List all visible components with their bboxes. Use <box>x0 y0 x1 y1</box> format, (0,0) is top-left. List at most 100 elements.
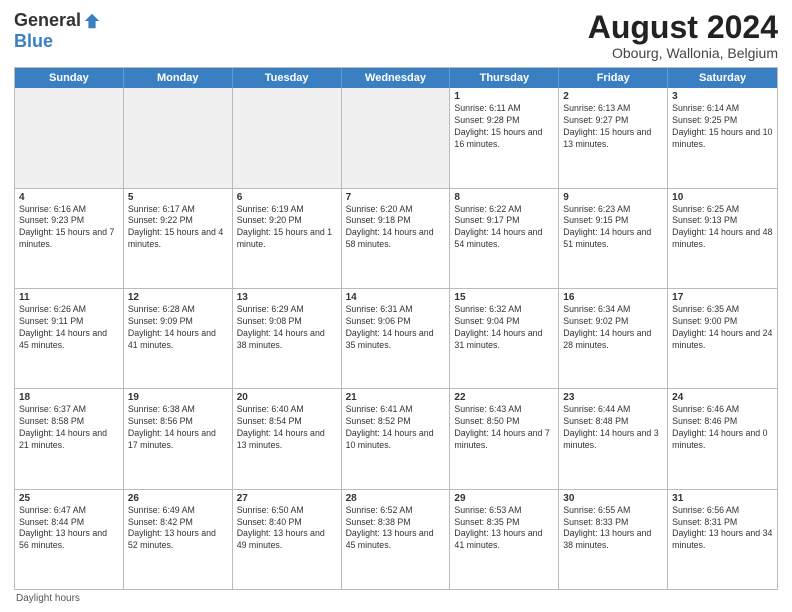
calendar-cell: 3Sunrise: 6:14 AM Sunset: 9:25 PM Daylig… <box>668 88 777 187</box>
day-number: 1 <box>454 91 554 102</box>
day-info: Sunrise: 6:19 AM Sunset: 9:20 PM Dayligh… <box>237 204 337 252</box>
day-number: 27 <box>237 493 337 504</box>
day-number: 30 <box>563 493 663 504</box>
day-number: 28 <box>346 493 446 504</box>
day-info: Sunrise: 6:55 AM Sunset: 8:33 PM Dayligh… <box>563 505 663 553</box>
calendar-header-cell: Tuesday <box>233 68 342 88</box>
day-number: 29 <box>454 493 554 504</box>
day-info: Sunrise: 6:46 AM Sunset: 8:46 PM Dayligh… <box>672 404 773 452</box>
day-info: Sunrise: 6:50 AM Sunset: 8:40 PM Dayligh… <box>237 505 337 553</box>
calendar-cell: 15Sunrise: 6:32 AM Sunset: 9:04 PM Dayli… <box>450 289 559 388</box>
day-info: Sunrise: 6:49 AM Sunset: 8:42 PM Dayligh… <box>128 505 228 553</box>
day-info: Sunrise: 6:16 AM Sunset: 9:23 PM Dayligh… <box>19 204 119 252</box>
day-info: Sunrise: 6:32 AM Sunset: 9:04 PM Dayligh… <box>454 304 554 352</box>
day-info: Sunrise: 6:20 AM Sunset: 9:18 PM Dayligh… <box>346 204 446 252</box>
day-info: Sunrise: 6:25 AM Sunset: 9:13 PM Dayligh… <box>672 204 773 252</box>
calendar-cell: 17Sunrise: 6:35 AM Sunset: 9:00 PM Dayli… <box>668 289 777 388</box>
day-number: 24 <box>672 392 773 403</box>
day-number: 22 <box>454 392 554 403</box>
calendar-cell: 24Sunrise: 6:46 AM Sunset: 8:46 PM Dayli… <box>668 389 777 488</box>
calendar-header-cell: Thursday <box>450 68 559 88</box>
calendar-header-cell: Sunday <box>15 68 124 88</box>
day-info: Sunrise: 6:37 AM Sunset: 8:58 PM Dayligh… <box>19 404 119 452</box>
day-number: 7 <box>346 192 446 203</box>
calendar-header-cell: Wednesday <box>342 68 451 88</box>
day-number: 16 <box>563 292 663 303</box>
day-info: Sunrise: 6:38 AM Sunset: 8:56 PM Dayligh… <box>128 404 228 452</box>
calendar-cell: 2Sunrise: 6:13 AM Sunset: 9:27 PM Daylig… <box>559 88 668 187</box>
day-number: 6 <box>237 192 337 203</box>
day-number: 2 <box>563 91 663 102</box>
day-number: 19 <box>128 392 228 403</box>
day-info: Sunrise: 6:41 AM Sunset: 8:52 PM Dayligh… <box>346 404 446 452</box>
calendar-header-cell: Monday <box>124 68 233 88</box>
day-info: Sunrise: 6:11 AM Sunset: 9:28 PM Dayligh… <box>454 103 554 151</box>
calendar-cell: 14Sunrise: 6:31 AM Sunset: 9:06 PM Dayli… <box>342 289 451 388</box>
calendar-cell: 27Sunrise: 6:50 AM Sunset: 8:40 PM Dayli… <box>233 490 342 589</box>
day-number: 18 <box>19 392 119 403</box>
day-info: Sunrise: 6:52 AM Sunset: 8:38 PM Dayligh… <box>346 505 446 553</box>
calendar-cell: 23Sunrise: 6:44 AM Sunset: 8:48 PM Dayli… <box>559 389 668 488</box>
day-number: 4 <box>19 192 119 203</box>
calendar-cell: 22Sunrise: 6:43 AM Sunset: 8:50 PM Dayli… <box>450 389 559 488</box>
day-number: 31 <box>672 493 773 504</box>
day-info: Sunrise: 6:23 AM Sunset: 9:15 PM Dayligh… <box>563 204 663 252</box>
calendar-header-cell: Saturday <box>668 68 777 88</box>
calendar-cell: 31Sunrise: 6:56 AM Sunset: 8:31 PM Dayli… <box>668 490 777 589</box>
day-info: Sunrise: 6:13 AM Sunset: 9:27 PM Dayligh… <box>563 103 663 151</box>
calendar-cell: 25Sunrise: 6:47 AM Sunset: 8:44 PM Dayli… <box>15 490 124 589</box>
calendar-cell <box>124 88 233 187</box>
calendar-cell: 12Sunrise: 6:28 AM Sunset: 9:09 PM Dayli… <box>124 289 233 388</box>
title-block: August 2024 Obourg, Wallonia, Belgium <box>588 10 778 61</box>
calendar-cell: 29Sunrise: 6:53 AM Sunset: 8:35 PM Dayli… <box>450 490 559 589</box>
day-info: Sunrise: 6:56 AM Sunset: 8:31 PM Dayligh… <box>672 505 773 553</box>
day-number: 20 <box>237 392 337 403</box>
calendar-cell: 30Sunrise: 6:55 AM Sunset: 8:33 PM Dayli… <box>559 490 668 589</box>
day-info: Sunrise: 6:43 AM Sunset: 8:50 PM Dayligh… <box>454 404 554 452</box>
logo: General Blue <box>14 10 101 52</box>
calendar-cell: 5Sunrise: 6:17 AM Sunset: 9:22 PM Daylig… <box>124 189 233 288</box>
calendar-cell: 6Sunrise: 6:19 AM Sunset: 9:20 PM Daylig… <box>233 189 342 288</box>
calendar-cell: 20Sunrise: 6:40 AM Sunset: 8:54 PM Dayli… <box>233 389 342 488</box>
calendar-header: SundayMondayTuesdayWednesdayThursdayFrid… <box>15 68 777 88</box>
day-number: 3 <box>672 91 773 102</box>
day-number: 26 <box>128 493 228 504</box>
day-number: 9 <box>563 192 663 203</box>
logo-icon <box>83 12 101 30</box>
calendar-cell: 11Sunrise: 6:26 AM Sunset: 9:11 PM Dayli… <box>15 289 124 388</box>
day-number: 5 <box>128 192 228 203</box>
calendar-cell: 19Sunrise: 6:38 AM Sunset: 8:56 PM Dayli… <box>124 389 233 488</box>
calendar-row: 18Sunrise: 6:37 AM Sunset: 8:58 PM Dayli… <box>15 389 777 489</box>
day-number: 8 <box>454 192 554 203</box>
calendar-row: 25Sunrise: 6:47 AM Sunset: 8:44 PM Dayli… <box>15 490 777 590</box>
page: General Blue August 2024 Obourg, Walloni… <box>0 0 792 612</box>
day-info: Sunrise: 6:34 AM Sunset: 9:02 PM Dayligh… <box>563 304 663 352</box>
calendar-row: 4Sunrise: 6:16 AM Sunset: 9:23 PM Daylig… <box>15 189 777 289</box>
calendar-header-cell: Friday <box>559 68 668 88</box>
day-info: Sunrise: 6:29 AM Sunset: 9:08 PM Dayligh… <box>237 304 337 352</box>
calendar-cell: 18Sunrise: 6:37 AM Sunset: 8:58 PM Dayli… <box>15 389 124 488</box>
day-info: Sunrise: 6:40 AM Sunset: 8:54 PM Dayligh… <box>237 404 337 452</box>
day-info: Sunrise: 6:35 AM Sunset: 9:00 PM Dayligh… <box>672 304 773 352</box>
calendar: SundayMondayTuesdayWednesdayThursdayFrid… <box>14 67 778 590</box>
calendar-row: 1Sunrise: 6:11 AM Sunset: 9:28 PM Daylig… <box>15 88 777 188</box>
day-info: Sunrise: 6:31 AM Sunset: 9:06 PM Dayligh… <box>346 304 446 352</box>
header: General Blue August 2024 Obourg, Walloni… <box>14 10 778 61</box>
footer-note: Daylight hours <box>14 593 778 604</box>
calendar-cell: 26Sunrise: 6:49 AM Sunset: 8:42 PM Dayli… <box>124 490 233 589</box>
day-number: 14 <box>346 292 446 303</box>
day-number: 11 <box>19 292 119 303</box>
calendar-cell: 28Sunrise: 6:52 AM Sunset: 8:38 PM Dayli… <box>342 490 451 589</box>
calendar-row: 11Sunrise: 6:26 AM Sunset: 9:11 PM Dayli… <box>15 289 777 389</box>
calendar-cell: 21Sunrise: 6:41 AM Sunset: 8:52 PM Dayli… <box>342 389 451 488</box>
day-number: 23 <box>563 392 663 403</box>
calendar-cell: 1Sunrise: 6:11 AM Sunset: 9:28 PM Daylig… <box>450 88 559 187</box>
calendar-cell <box>342 88 451 187</box>
calendar-cell: 16Sunrise: 6:34 AM Sunset: 9:02 PM Dayli… <box>559 289 668 388</box>
logo-blue-text: Blue <box>14 31 53 52</box>
day-info: Sunrise: 6:17 AM Sunset: 9:22 PM Dayligh… <box>128 204 228 252</box>
calendar-cell: 7Sunrise: 6:20 AM Sunset: 9:18 PM Daylig… <box>342 189 451 288</box>
day-number: 17 <box>672 292 773 303</box>
day-info: Sunrise: 6:44 AM Sunset: 8:48 PM Dayligh… <box>563 404 663 452</box>
day-info: Sunrise: 6:28 AM Sunset: 9:09 PM Dayligh… <box>128 304 228 352</box>
